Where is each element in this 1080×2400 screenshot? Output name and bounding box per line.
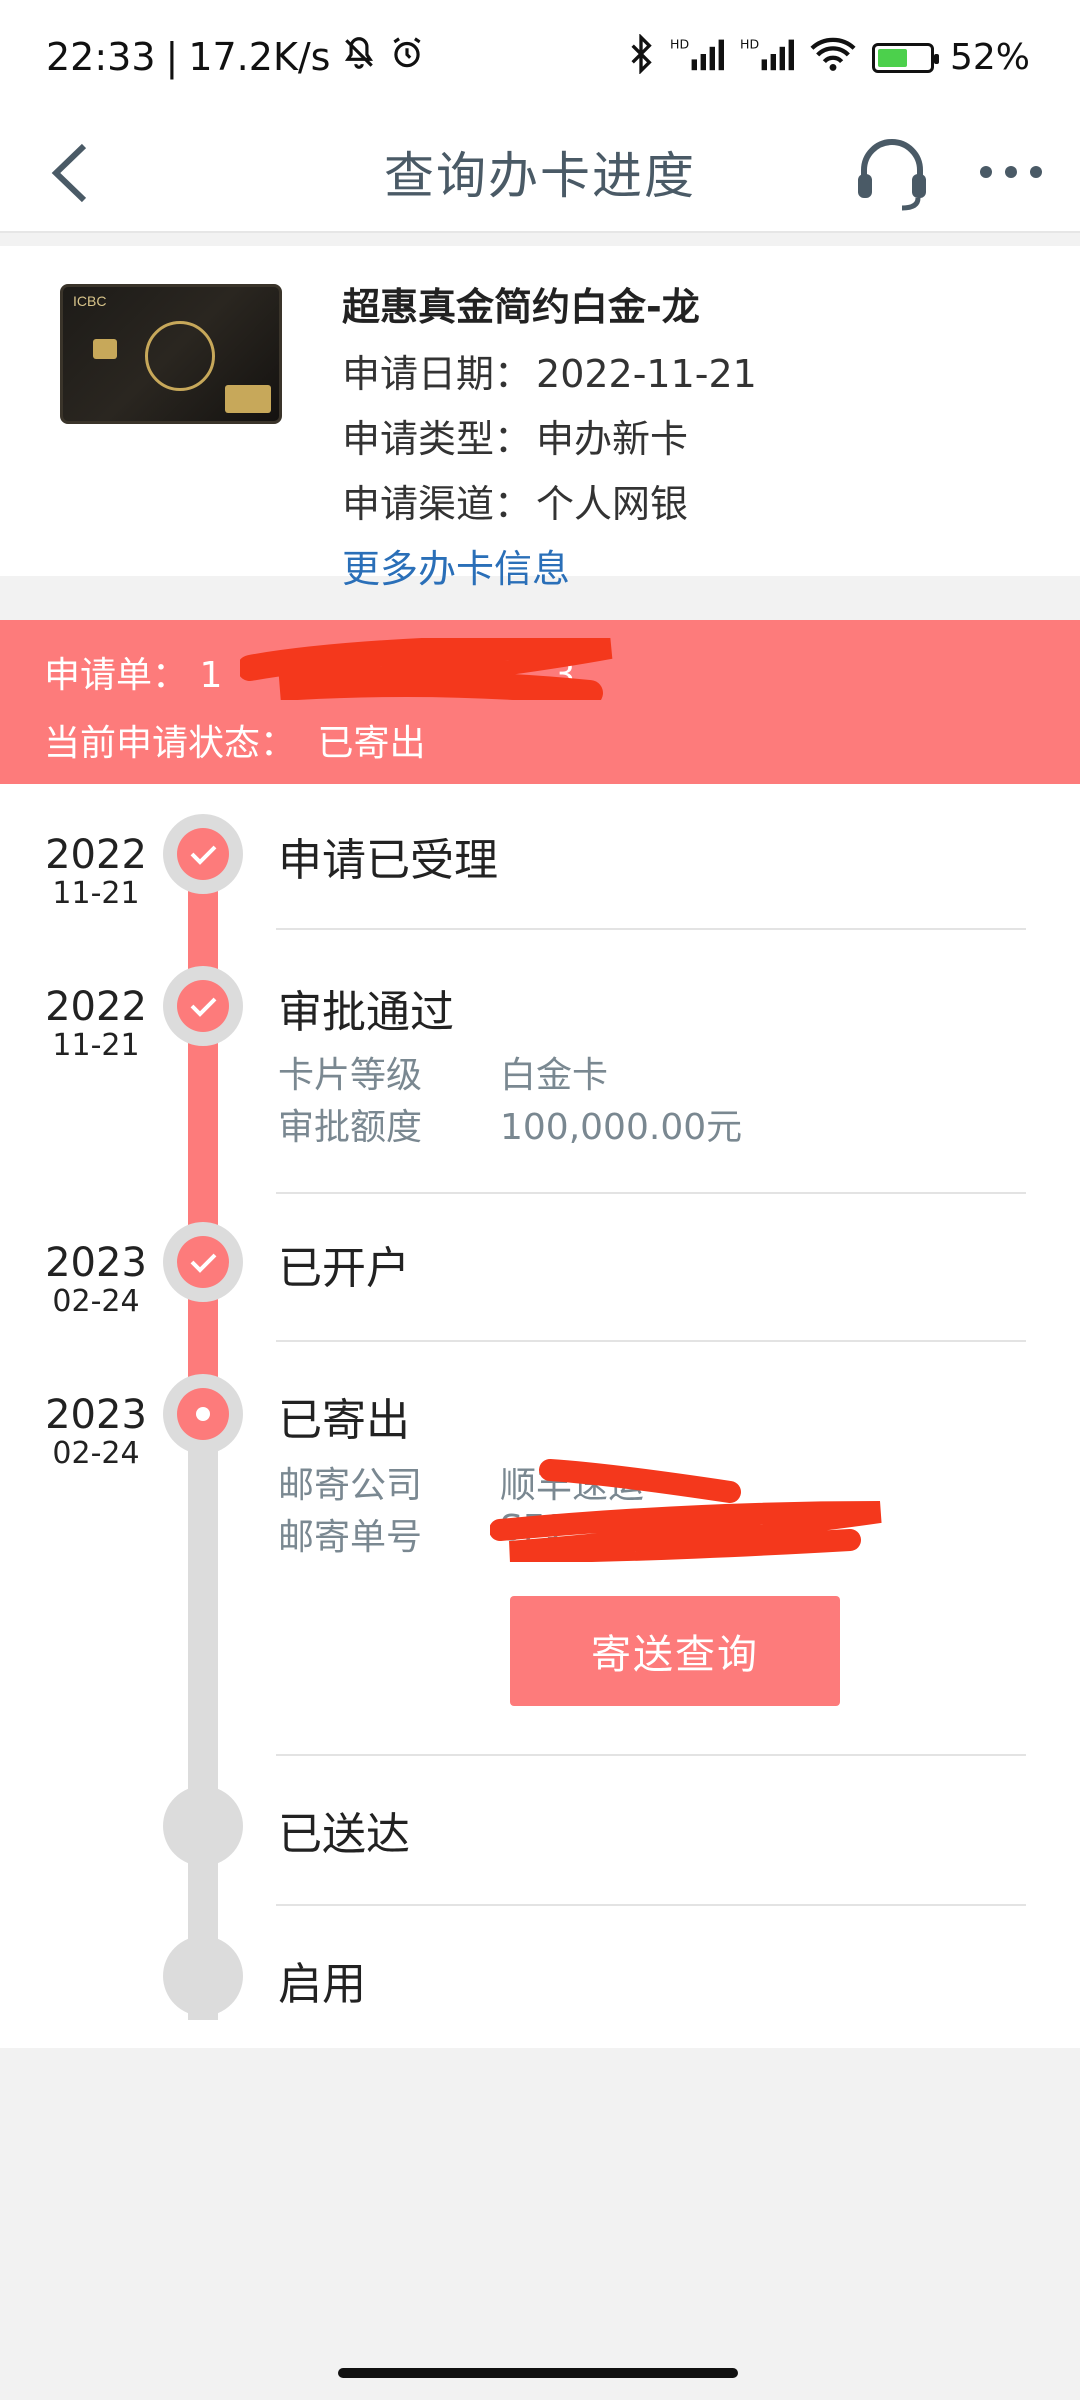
apply-date-row: 申请日期： 2022-11-21: [342, 343, 757, 398]
top-nav-bar: 查询办卡进度: [0, 118, 1080, 233]
redaction-scribble: [490, 1459, 882, 1562]
application-status-row: 当前申请状态： 已寄出: [44, 714, 425, 766]
detail-label: 邮寄公司: [278, 1465, 423, 1506]
credit-card-image: ICBC: [60, 284, 282, 424]
current-dot: [196, 1407, 210, 1421]
divider: [276, 1904, 1026, 1906]
detail-row-card-level: 卡片等级 白金卡: [278, 1046, 608, 1098]
step-title: 已送达: [278, 1809, 410, 1860]
battery-charging-icon: [871, 42, 939, 73]
more-dots-icon: [980, 166, 1042, 178]
home-indicator[interactable]: [338, 2368, 738, 2378]
hd-signal-icon: HD: [670, 35, 724, 80]
apply-type-label: 申请类型：: [342, 417, 533, 461]
customer-service-button[interactable]: [854, 134, 930, 214]
apply-channel-label: 申请渠道：: [342, 482, 533, 526]
more-card-info-link[interactable]: 更多办卡信息: [342, 538, 757, 593]
hd-signal-icon: HD: [740, 35, 794, 80]
status-left: 22:33 | 17.2K/s: [46, 34, 426, 79]
apply-channel-value: 个人网银: [536, 482, 689, 526]
timeline-node-pending: [163, 1786, 243, 1866]
step-date: 2022 11-21: [36, 984, 156, 1063]
apply-date-value: 2022-11-21: [536, 352, 757, 396]
net-speed: 17.2K/s: [188, 34, 331, 79]
detail-value: 白金卡: [500, 1055, 609, 1096]
application-number-label: 申请单：: [44, 655, 189, 696]
step-title: 申请已受理: [278, 835, 498, 886]
step-title: 已开户: [278, 1243, 410, 1294]
unionpay-logo: [225, 385, 271, 413]
step-month-day: 02-24: [52, 1284, 140, 1319]
mute-bell-icon: [340, 34, 378, 79]
step-year: 2022: [45, 832, 147, 878]
card-brand-logo: ICBC: [73, 293, 107, 309]
divider: [276, 1192, 1026, 1194]
apply-date-label: 申请日期：: [342, 352, 533, 396]
step-month-day: 11-21: [52, 876, 140, 911]
step-date: 2022 11-21: [36, 832, 156, 911]
detail-label: 审批额度: [278, 1107, 423, 1148]
step-title: 审批通过: [278, 987, 454, 1038]
check-icon: [190, 1253, 217, 1273]
alarm-icon: [388, 34, 426, 79]
card-name: 超惠真金简约白金-龙: [342, 285, 700, 329]
detail-value: 100,000.00元: [500, 1107, 743, 1148]
card-dragon-emblem: [145, 321, 215, 391]
timeline-track-done: [188, 830, 218, 1410]
battery-fill: [877, 48, 908, 67]
application-status-label: 当前申请状态：: [44, 723, 297, 764]
apply-type-value: 申办新卡: [536, 417, 689, 461]
timeline-node-done: [163, 966, 243, 1046]
card-info-section: ICBC 超惠真金简约白金-龙 申请日期： 2022-11-21 申请类型： 申办新…: [0, 246, 1080, 591]
detail-label: 卡片等级: [278, 1055, 423, 1096]
bluetooth-icon: [628, 33, 654, 81]
card-chip: [93, 339, 117, 359]
svg-text:HD: HD: [670, 37, 689, 52]
timeline-node-done: [163, 1222, 243, 1302]
check-icon: [190, 997, 217, 1017]
svg-text:HD: HD: [740, 37, 759, 52]
step-date: 2023 02-24: [36, 1240, 156, 1319]
apply-type-row: 申请类型： 申办新卡: [342, 408, 757, 463]
step-year: 2022: [45, 984, 147, 1030]
progress-timeline: 2022 11-21 申请已受理 2022 11-21 审批通过 卡片等级 白金卡 审…: [0, 784, 1080, 2048]
application-status-value: 已寄出: [317, 723, 426, 764]
detail-label: 邮寄单号: [278, 1517, 423, 1558]
detail-row-credit-limit: 审批额度 100,000.00元: [278, 1098, 742, 1150]
wifi-icon: [810, 36, 856, 79]
step-year: 2023: [45, 1392, 147, 1438]
redaction-scribble: [240, 638, 613, 700]
step-year: 2023: [45, 1240, 147, 1286]
detail-row-courier: 邮寄公司 顺丰速运: [278, 1456, 644, 1508]
shipping-query-button[interactable]: 寄送查询: [510, 1596, 840, 1706]
divider: [276, 928, 1026, 930]
status-bar: 22:33 | 17.2K/s HD HD 52%: [0, 0, 1080, 118]
detail-row-tracking-number: 邮寄单号 SF1: [278, 1508, 566, 1560]
battery-percent: 52%: [949, 37, 1030, 78]
application-status-banner: 申请单： 13 当前申请状态： 已寄出: [0, 620, 1080, 784]
step-title: 已寄出: [278, 1395, 410, 1446]
status-right: HD HD 52%: [628, 33, 1030, 81]
step-month-day: 11-21: [52, 1028, 140, 1063]
check-icon: [190, 845, 217, 865]
timeline-track-pending: [188, 1410, 218, 2020]
headset-icon: [858, 139, 926, 211]
divider: [276, 1340, 1026, 1342]
divider: [276, 1754, 1026, 1756]
step-month-day: 02-24: [52, 1436, 140, 1471]
card-details: 超惠真金简约白金-龙 申请日期： 2022-11-21 申请类型： 申办新卡 申请渠…: [342, 276, 757, 593]
timeline-node-done: [163, 814, 243, 894]
application-number-prefix: 1: [199, 655, 223, 696]
apply-channel-row: 申请渠道： 个人网银: [342, 473, 757, 528]
step-title: 启用: [278, 1959, 366, 2010]
clock: 22:33: [46, 34, 156, 79]
timeline-node-current: [163, 1374, 243, 1454]
more-button[interactable]: [976, 142, 1046, 202]
step-date: 2023 02-24: [36, 1392, 156, 1471]
status-separator: |: [165, 34, 179, 79]
timeline-node-pending: [163, 1936, 243, 2016]
